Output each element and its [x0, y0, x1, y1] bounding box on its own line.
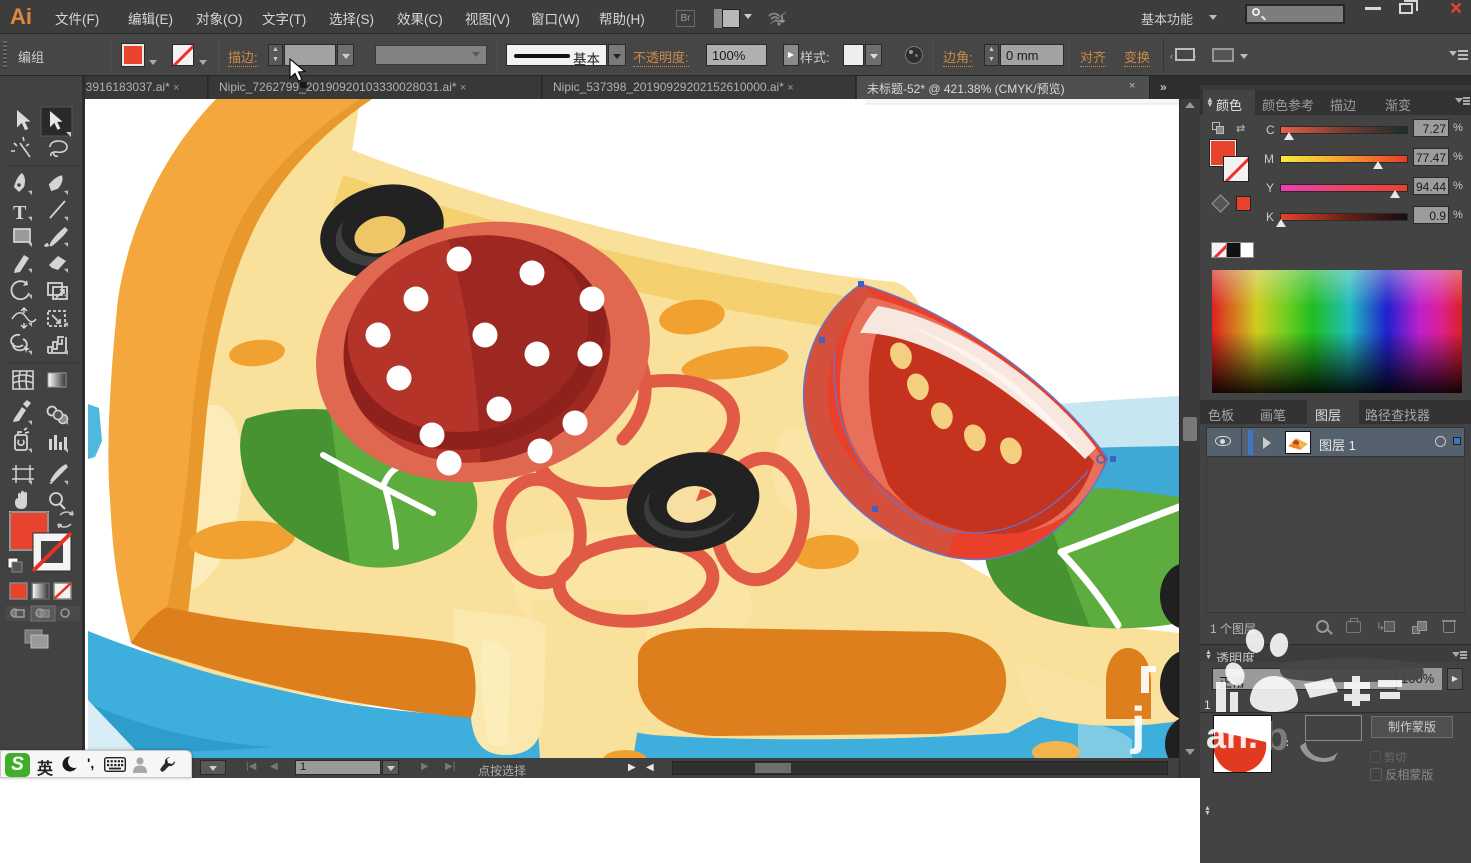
svg-text:j: j	[1130, 697, 1145, 755]
svg-text:T: T	[13, 202, 27, 224]
